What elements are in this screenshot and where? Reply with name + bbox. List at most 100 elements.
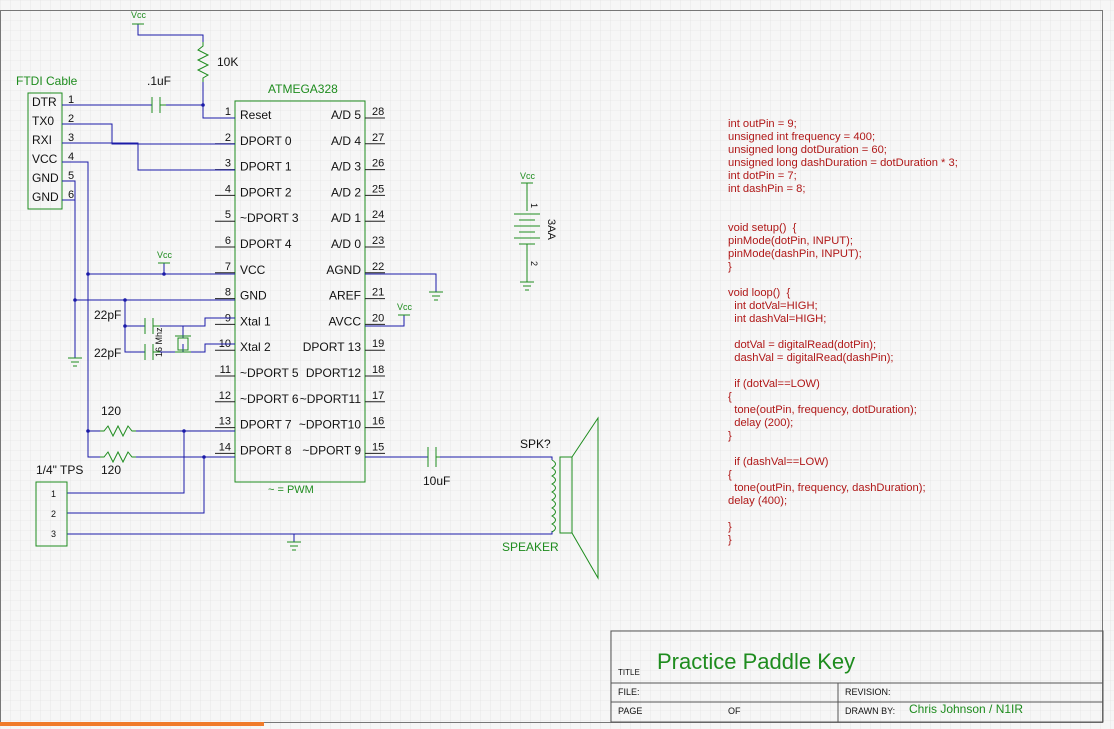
cap-out-label: 10uF	[423, 474, 450, 488]
mcu-pin-number: 5	[225, 209, 231, 221]
drawn-by-value: Chris Johnson / N1IR	[909, 702, 1023, 716]
mcu-pin-number: 15	[372, 441, 384, 453]
mcu-pin-label: Reset	[240, 108, 272, 122]
ftdi-pin-number: 5	[68, 170, 74, 182]
ftdi-pin-name: TX0	[32, 114, 54, 128]
cap-xtal2-label: 22pF	[94, 346, 121, 360]
mcu-pin-number: 27	[372, 132, 384, 144]
arduino-code: int outPin = 9; unsigned int frequency =…	[728, 118, 958, 546]
mcu-pin-number: 14	[219, 441, 231, 453]
mcu-pin-label: DPORT 8	[240, 443, 292, 457]
mcu-pin-number: 24	[372, 209, 384, 221]
vcc-label-mcu: Vcc	[157, 250, 173, 260]
jack-pin-2: 2	[51, 509, 56, 519]
mcu-pin-label: DPORT 7	[240, 418, 292, 432]
mcu-pin-number: 21	[372, 287, 384, 299]
mcu-pin-label: AGND	[326, 263, 361, 277]
mcu-pin-number: 4	[225, 183, 231, 195]
mcu-pin-label: A/D 2	[331, 185, 361, 199]
vcc-label-top: Vcc	[131, 10, 147, 20]
drawing-title: Practice Paddle Key	[657, 649, 855, 674]
mcu-pin-number: 16	[372, 416, 384, 428]
ftdi-pin-number: 4	[68, 151, 74, 163]
mcu-pin-label: AVCC	[329, 314, 362, 328]
ftdi-pin-name: RXI	[32, 133, 52, 147]
mcu-pin-number: 19	[372, 338, 384, 350]
ftdi-pin-number: 2	[68, 113, 74, 125]
ftdi-pin-number: 3	[68, 132, 74, 144]
cap-xtal1-label: 22pF	[94, 308, 121, 322]
mcu-pin-label: DPORT 13	[303, 340, 362, 354]
mcu-pin-label: A/D 4	[331, 134, 361, 148]
ftdi-pin-name: DTR	[32, 95, 57, 109]
vcc-label-battery: Vcc	[520, 171, 536, 181]
mcu-pin-number: 3	[225, 158, 231, 170]
mcu-pin-label: DPORT12	[306, 366, 361, 380]
ftdi-title: FTDI Cable	[16, 74, 78, 88]
ftdi-pin-number: 6	[68, 189, 74, 201]
resistor-r2-label: 120	[101, 463, 121, 477]
drawn-by-label: DRAWN BY:	[845, 706, 895, 716]
speaker-ref-label: SPK?	[520, 437, 551, 451]
jack-pin-1: 1	[51, 489, 56, 499]
mcu-pin-label: AREF	[329, 289, 361, 303]
jack-label: 1/4" TPS	[36, 463, 83, 477]
pwm-footnote: ~ = PWM	[268, 484, 314, 496]
mcu-pin-number: 6	[225, 235, 231, 247]
speaker-label: SPEAKER	[502, 540, 559, 554]
ftdi-pin-number: 1	[68, 94, 74, 106]
page-label: PAGE	[618, 706, 642, 716]
ftdi-pin-name: GND	[32, 190, 59, 204]
mcu-pin-number: 7	[225, 261, 231, 273]
resistor-10k-label: 10K	[217, 55, 238, 69]
ftdi-pin-name: GND	[32, 171, 59, 185]
mcu-pin-label: Xtal 1	[240, 314, 271, 328]
mcu-pin-number: 18	[372, 364, 384, 376]
mcu-name: ATMEGA328	[268, 82, 338, 96]
mcu-pin-number: 11	[220, 364, 231, 376]
mcu-pin-label: VCC	[240, 263, 266, 277]
mcu-pin-label: ~DPORT 6	[240, 392, 299, 406]
mcu-pin-label: ~DPORT 3	[240, 211, 299, 225]
battery-label: 3AA	[545, 219, 557, 240]
resistor-r1-label: 120	[101, 404, 121, 418]
crystal-label: 16 Mhz	[154, 327, 164, 357]
ftdi-pin-name: VCC	[32, 152, 58, 166]
mcu-pin-label: GND	[240, 289, 267, 303]
mcu-pin-number: 20	[372, 312, 384, 324]
cap-reset-label: .1uF	[147, 74, 171, 88]
battery-pin-2: 2	[529, 261, 539, 266]
mcu-pin-label: A/D 0	[331, 237, 361, 251]
mcu-pin-label: A/D 1	[331, 211, 361, 225]
mcu-pin-label: DPORT 2	[240, 185, 292, 199]
mcu-pin-number: 23	[372, 235, 384, 247]
scrollbar-hint	[0, 722, 264, 726]
mcu-pin-label: A/D 3	[331, 160, 361, 174]
revision-label: REVISION:	[845, 687, 891, 697]
mcu-pin-label: DPORT 0	[240, 134, 292, 148]
mcu-pin-label: DPORT 4	[240, 237, 292, 251]
file-label: FILE:	[618, 687, 640, 697]
mcu-pin-number: 2	[225, 132, 231, 144]
mcu-pin-label: A/D 5	[331, 108, 361, 122]
mcu-pin-number: 26	[372, 158, 384, 170]
mcu-pin-number: 28	[372, 106, 384, 118]
mcu-pin-number: 8	[225, 287, 231, 299]
mcu-pin-number: 1	[225, 106, 231, 118]
mcu-pin-label: ~DPORT11	[300, 392, 362, 406]
mcu-pin-label: ~DPORT10	[299, 418, 361, 432]
mcu-pin-label: ~DPORT 5	[240, 366, 299, 380]
of-label: OF	[728, 706, 741, 716]
mcu-pin-label: DPORT 1	[240, 160, 292, 174]
mcu-pin-label: ~DPORT 9	[302, 443, 361, 457]
mcu-pin-label: Xtal 2	[240, 340, 271, 354]
mcu-pin-number: 22	[372, 261, 384, 273]
title-label: TITLE	[618, 668, 640, 677]
vcc-label-avcc: Vcc	[397, 302, 413, 312]
mcu-pin-number: 25	[372, 183, 384, 195]
mcu-pin-number: 17	[372, 390, 384, 402]
mcu-pin-number: 13	[219, 416, 231, 428]
battery-pin-1: 1	[529, 203, 539, 208]
mcu-pin-number: 12	[219, 390, 231, 402]
jack-pin-3: 3	[51, 529, 56, 539]
